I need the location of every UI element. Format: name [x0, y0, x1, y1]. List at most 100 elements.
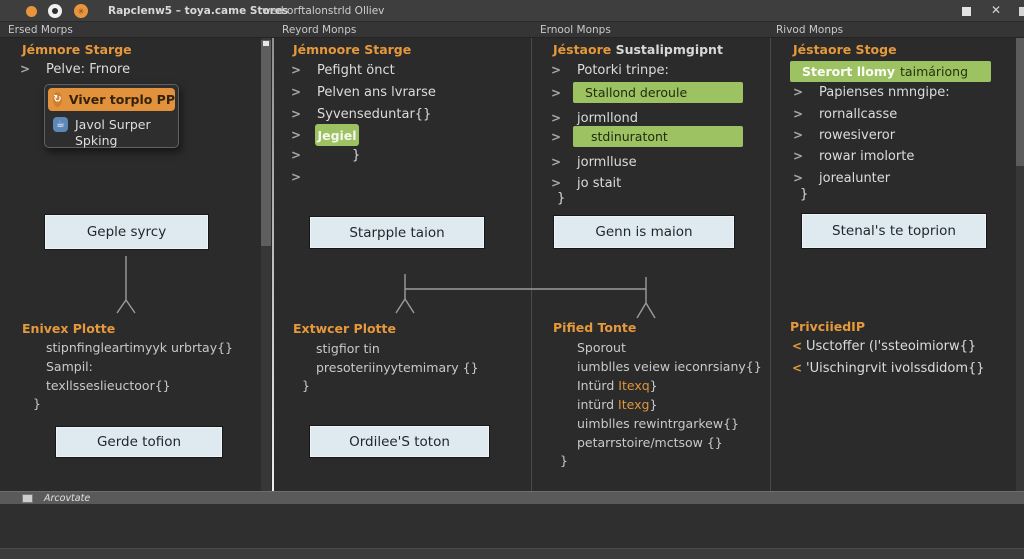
chevron-right-icon[interactable]: >	[551, 176, 577, 190]
col3-code4-pre: intürd	[577, 397, 619, 412]
col1-top-button[interactable]: Geple syrcy	[45, 215, 208, 249]
pane-divider-1	[272, 38, 274, 491]
chevron-right-icon[interactable]: >	[291, 107, 317, 121]
col4-section-row[interactable]: < 'Uischingrvit ivolssdidom{}	[792, 361, 985, 376]
col2-chip-label: Jegiel	[317, 127, 357, 143]
chevron-right-icon[interactable]: >	[793, 149, 819, 163]
col4-tree-row[interactable]: > rornallcasse	[793, 107, 897, 122]
col3-code-line: intürd Itexg}	[577, 397, 657, 412]
chevron-left-icon[interactable]: <	[792, 361, 806, 375]
chevron-right-icon[interactable]: >	[793, 171, 819, 185]
chevron-right-icon[interactable]: >	[793, 107, 819, 121]
chevron-right-icon[interactable]: >	[291, 128, 317, 142]
col1-tree-row[interactable]: > Pelve: Frnore	[20, 62, 130, 77]
col1-top-button-label: Geple syrcy	[86, 224, 167, 240]
col4-row1-label: Papienses nmngipe:	[819, 85, 950, 100]
col2-tree-row[interactable]: > Syvenseduntar{}	[291, 107, 431, 122]
popup-item-selected[interactable]: ↻ Viver torplo PP	[48, 88, 175, 111]
col2-tree-row[interactable]: >	[291, 170, 317, 185]
chevron-left-icon[interactable]: <	[792, 339, 806, 353]
col2-top-button-label: Starpple taion	[349, 224, 445, 241]
popup-item-3-label: Spking	[75, 132, 118, 148]
titlebar-record-icon[interactable]	[48, 4, 62, 18]
col1-title: Jémnore Starge	[22, 42, 132, 57]
col2-title: Jémnoore Starge	[293, 42, 412, 57]
col2-selected-chip[interactable]: Jegiel	[315, 124, 359, 146]
col2-tree-row[interactable]: > Pelven ans lvrarse	[291, 85, 436, 100]
col2-tree-row[interactable]: >}	[291, 148, 360, 163]
pane-divider-3	[770, 38, 771, 491]
titlebar: Rapclenw5 – toya.came Stores wed orftalo…	[0, 0, 1024, 22]
col1-scrollbar-thumb[interactable]	[261, 40, 271, 246]
col2-bottom-button[interactable]: Ordilee'S toton	[310, 426, 489, 457]
col4-tree-row[interactable]: > rowesiveror	[793, 128, 895, 143]
col3-code-line: Sporout	[577, 340, 626, 355]
chevron-right-icon[interactable]: >	[551, 155, 577, 169]
chevron-right-icon[interactable]: >	[20, 62, 46, 76]
col2-bottom-button-label: Ordilee'S toton	[349, 433, 450, 450]
col4-tree-row[interactable]: > Papienses nmngipe:	[793, 85, 950, 100]
col3-code-line: iumblles veiew ieconrsiany{}	[577, 359, 762, 374]
chevron-right-icon[interactable]: >	[551, 63, 577, 77]
connector-col2	[395, 274, 646, 314]
chevron-right-icon[interactable]: >	[793, 128, 819, 142]
titlebar-badge-icon[interactable]	[74, 4, 88, 18]
col4-top-button[interactable]: Stenal's te toprion	[802, 214, 986, 248]
pane-header-3: Ernool Monps	[540, 24, 611, 36]
window-edge-button[interactable]	[1019, 7, 1024, 16]
connector-col3	[636, 277, 656, 319]
col4-section-title: PrivciiedIP	[790, 319, 865, 334]
col2-row3-label: Syvenseduntar{}	[317, 107, 432, 122]
col2-code-line: stigfior tin	[316, 341, 380, 356]
col2-top-button[interactable]: Starpple taion	[310, 217, 484, 248]
statusbar-label: Arcovtate	[44, 493, 91, 504]
chevron-right-icon[interactable]: >	[291, 63, 317, 77]
col4-tree-row[interactable]: > jorealunter	[793, 171, 890, 186]
col4-row2-label: rornallcasse	[819, 107, 898, 122]
col1-code-line: texllsseslieuctoor{}	[46, 378, 171, 393]
col3-highlight-1[interactable]: Stallond deroule	[573, 82, 743, 103]
chevron-right-icon[interactable]: >	[291, 170, 317, 184]
col1-scrollbar-dot	[263, 41, 269, 46]
col4-section-row[interactable]: < Usctoffer (l'ssteoimiorw{}	[792, 339, 976, 354]
col2-tree-row[interactable]: > Pefight önct	[291, 63, 395, 78]
col2-section-title: Extwcer Plotte	[293, 321, 396, 336]
col4-item1-label: Usctoffer (l'ssteoimiorw{}	[806, 339, 977, 354]
titlebar-orange-dot-icon[interactable]	[26, 6, 37, 17]
col3-tree-row[interactable]: > jo stait	[551, 176, 621, 191]
col3-code-line: uimblles rewintrgarkew{}	[577, 416, 739, 431]
col4-item2-label: 'Uischingrvit ivolssdidom{}	[806, 361, 985, 376]
col3-highlight-2[interactable]: stdinuratont	[573, 126, 743, 147]
col2-tree-row[interactable]: >	[291, 128, 317, 143]
col1-bottom-button[interactable]: Gerde tofion	[56, 427, 222, 457]
col4-tree-row[interactable]: > rowar imolorte	[793, 149, 914, 164]
col4-row3-label: rowesiveror	[819, 128, 896, 143]
window-subtitle: wed orftalonstrld Olliev	[262, 5, 385, 17]
popup-item-3[interactable]: Spking	[48, 130, 175, 150]
col2-row5-label: }	[352, 148, 361, 163]
col4-row5-label: jorealunter	[819, 171, 891, 186]
maximize-button[interactable]	[962, 7, 971, 16]
col4-highlight-banner[interactable]: Sterort llomy taimáriong	[790, 61, 991, 82]
statusbar-square-icon[interactable]	[22, 494, 33, 503]
col3-code-line: Intürd Itexq}	[577, 378, 658, 393]
col3-row3-label: jormlluse	[577, 155, 637, 170]
bottom-strip	[0, 548, 1024, 559]
close-button[interactable]: ✕	[991, 3, 1001, 17]
pane-header-row: Ersed Morps Reyord Monps Ernool Monps Ri…	[0, 22, 1024, 38]
col3-tree-row[interactable]: > jormllond	[551, 111, 638, 126]
chevron-right-icon[interactable]: >	[291, 148, 317, 162]
col3-tree-row[interactable]: > jormlluse	[551, 155, 637, 170]
col3-row2-label: jormllond	[577, 111, 639, 126]
col1-section-title: Enivex Plotte	[22, 321, 116, 336]
window-scrollbar-thumb[interactable]	[1016, 38, 1024, 166]
col3-code3-pre: Intürd	[577, 378, 619, 393]
chevron-right-icon[interactable]: >	[793, 85, 819, 99]
col3-code3-post: }	[649, 378, 658, 393]
pane-header-4: Rivod Monps	[776, 24, 844, 36]
col3-top-button[interactable]: Genn is maion	[554, 216, 734, 248]
col3-tree-row[interactable]: > Potorki trinpe:	[551, 63, 669, 78]
chevron-right-icon[interactable]: >	[551, 111, 577, 125]
chevron-right-icon[interactable]: >	[291, 85, 317, 99]
pane-divider-2	[531, 38, 532, 491]
